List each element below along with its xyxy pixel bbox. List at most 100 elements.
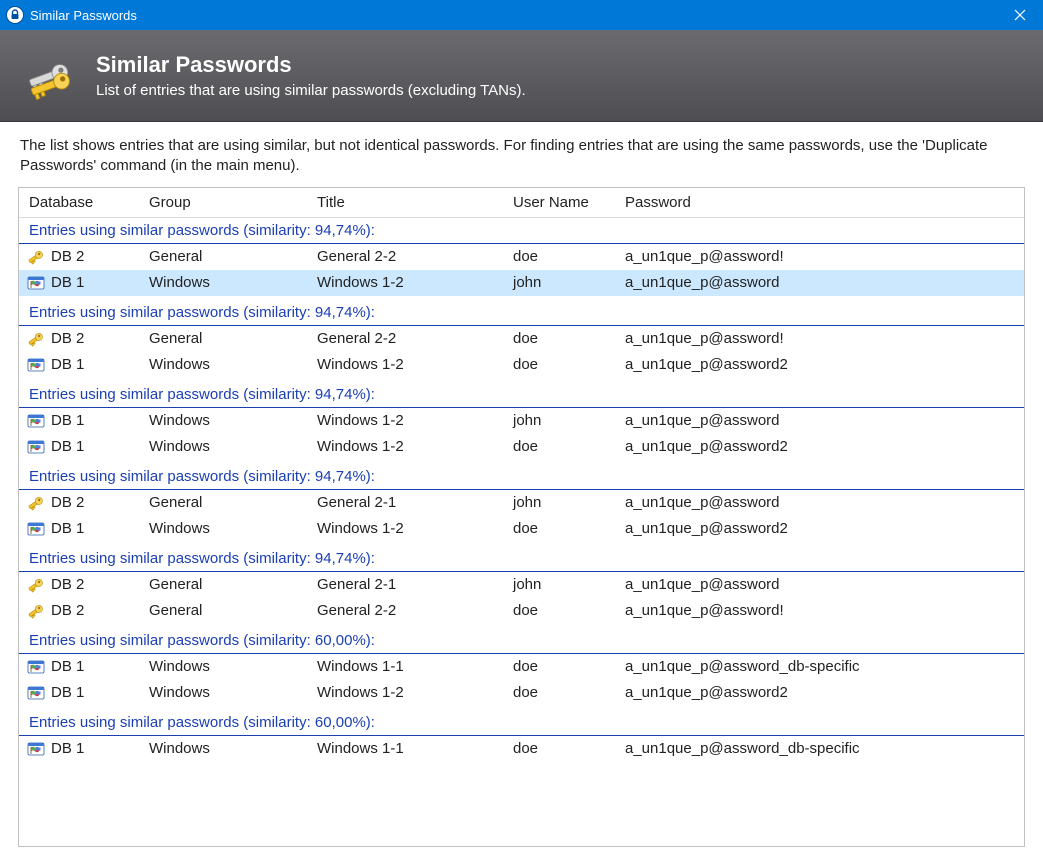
cell-database: DB 1 [19, 408, 139, 434]
cell-database-text: DB 1 [51, 740, 84, 757]
table-row[interactable]: DB 2GeneralGeneral 2-2doea_un1que_p@assw… [19, 598, 1024, 624]
app-lock-icon [6, 6, 24, 24]
cell-username: john [503, 489, 615, 516]
cell-database-text: DB 2 [51, 330, 84, 347]
similarity-group-header: Entries using similar passwords (similar… [19, 624, 1024, 654]
cell-database: DB 1 [19, 434, 139, 460]
cell-username: doe [503, 325, 615, 352]
col-database[interactable]: Database [19, 188, 139, 218]
cell-group: General [139, 598, 307, 624]
table-row[interactable]: DB 1 WindowsWindows 1-2johna_un1que_p@ass… [19, 270, 1024, 296]
cell-database-text: DB 2 [51, 576, 84, 593]
cell-database: DB 1 [19, 516, 139, 542]
cell-group: Windows [139, 653, 307, 680]
results-list: Database Group Title User Name Password … [18, 187, 1025, 847]
similarity-group-label: Entries using similar passwords (similar… [19, 296, 1024, 326]
cell-username: john [503, 571, 615, 598]
cell-database-text: DB 1 [51, 274, 84, 291]
similarity-group-label: Entries using similar passwords (similar… [19, 460, 1024, 490]
close-button[interactable] [997, 0, 1043, 30]
cell-group: Windows [139, 516, 307, 542]
key-icon [27, 602, 45, 620]
cell-username: doe [503, 735, 615, 762]
cell-database-text: DB 1 [51, 356, 84, 373]
windows-flag-icon [27, 658, 45, 676]
cell-password: a_un1que_p@assword [615, 407, 1024, 434]
key-icon [27, 494, 45, 512]
similarity-group-header: Entries using similar passwords (similar… [19, 378, 1024, 408]
cell-title: Windows 1-2 [307, 270, 503, 296]
similarity-group-header: Entries using similar passwords (similar… [19, 296, 1024, 326]
cell-username: doe [503, 598, 615, 624]
cell-database-text: DB 1 [51, 684, 84, 701]
cell-group: Windows [139, 680, 307, 706]
cell-password: a_un1que_p@assword! [615, 243, 1024, 270]
cell-title: General 2-1 [307, 571, 503, 598]
cell-group: General [139, 243, 307, 270]
table-row[interactable]: DB 2GeneralGeneral 2-2doea_un1que_p@assw… [19, 325, 1024, 352]
cell-username: john [503, 407, 615, 434]
results-scroll[interactable]: Database Group Title User Name Password … [19, 188, 1024, 846]
cell-password: a_un1que_p@assword2 [615, 352, 1024, 378]
column-header-row: Database Group Title User Name Password [19, 188, 1024, 218]
table-row[interactable]: DB 2GeneralGeneral 2-1johna_un1que_p@ass… [19, 489, 1024, 516]
window-title: Similar Passwords [30, 8, 137, 23]
cell-database-text: DB 2 [51, 494, 84, 511]
cell-title: General 2-2 [307, 598, 503, 624]
cell-title: Windows 1-2 [307, 516, 503, 542]
similarity-group-header: Entries using similar passwords (similar… [19, 460, 1024, 490]
windows-flag-icon [27, 412, 45, 430]
windows-flag-icon [27, 684, 45, 702]
table-row[interactable]: DB 1 WindowsWindows 1-2doea_un1que_p@assw… [19, 680, 1024, 706]
cell-database: DB 2 [19, 326, 139, 352]
similarity-group-header: Entries using similar passwords (similar… [19, 706, 1024, 736]
similarity-group-header: Entries using similar passwords (similar… [19, 542, 1024, 572]
table-row[interactable]: DB 2GeneralGeneral 2-1johna_un1que_p@ass… [19, 571, 1024, 598]
cell-title: General 2-2 [307, 325, 503, 352]
cell-password: a_un1que_p@assword [615, 489, 1024, 516]
col-password[interactable]: Password [615, 188, 1024, 218]
table-row[interactable]: DB 1WindowsWindows 1-2doea_un1que_p@assw… [19, 352, 1024, 378]
cell-username: doe [503, 243, 615, 270]
col-group[interactable]: Group [139, 188, 307, 218]
table-row[interactable]: DB 2 GeneralGeneral 2-2doea_un1que_p@assw… [19, 243, 1024, 270]
cell-username: doe [503, 352, 615, 378]
cell-title: Windows 1-2 [307, 407, 503, 434]
cell-password: a_un1que_p@assword [615, 270, 1024, 296]
key-icon [27, 576, 45, 594]
similarity-group-label: Entries using similar passwords (similar… [19, 624, 1024, 654]
cell-username: doe [503, 680, 615, 706]
cell-title: Windows 1-2 [307, 680, 503, 706]
cell-title: Windows 1-2 [307, 434, 503, 460]
col-username[interactable]: User Name [503, 188, 615, 218]
windows-flag-icon [27, 740, 45, 758]
similarity-group-label: Entries using similar passwords (similar… [19, 378, 1024, 408]
cell-password: a_un1que_p@assword_db-specific [615, 735, 1024, 762]
cell-database: DB 1 [19, 270, 139, 296]
cell-database-text: DB 2 [51, 248, 84, 265]
description-text: The list shows entries that are using si… [0, 122, 1043, 187]
cell-username: doe [503, 653, 615, 680]
cell-group: Windows [139, 434, 307, 460]
cell-database: DB 1 [19, 352, 139, 378]
cell-password: a_un1que_p@assword2 [615, 516, 1024, 542]
cell-username: john [503, 270, 615, 296]
cell-database: DB 1 [19, 654, 139, 680]
cell-group: General [139, 571, 307, 598]
similarity-group-header: Entries using similar passwords (similar… [19, 217, 1024, 243]
table-row[interactable]: DB 1WindowsWindows 1-2johna_un1que_p@ass… [19, 407, 1024, 434]
cell-title: General 2-2 [307, 243, 503, 270]
cell-group: Windows [139, 270, 307, 296]
table-row[interactable]: DB 1WindowsWindows 1-2doea_un1que_p@assw… [19, 516, 1024, 542]
header-band: Similar Passwords List of entries that a… [0, 30, 1043, 122]
table-row[interactable]: DB 1WindowsWindows 1-1doea_un1que_p@assw… [19, 735, 1024, 762]
cell-title: Windows 1-1 [307, 653, 503, 680]
header-heading: Similar Passwords [96, 52, 526, 78]
table-row[interactable]: DB 1WindowsWindows 1-2doea_un1que_p@assw… [19, 434, 1024, 460]
cell-password: a_un1que_p@assword2 [615, 680, 1024, 706]
table-row[interactable]: DB 1WindowsWindows 1-1doea_un1que_p@assw… [19, 653, 1024, 680]
header-keys-icon [20, 46, 80, 106]
windows-flag-icon [27, 438, 45, 456]
cell-database-text: DB 1 [51, 438, 84, 455]
col-title[interactable]: Title [307, 188, 503, 218]
